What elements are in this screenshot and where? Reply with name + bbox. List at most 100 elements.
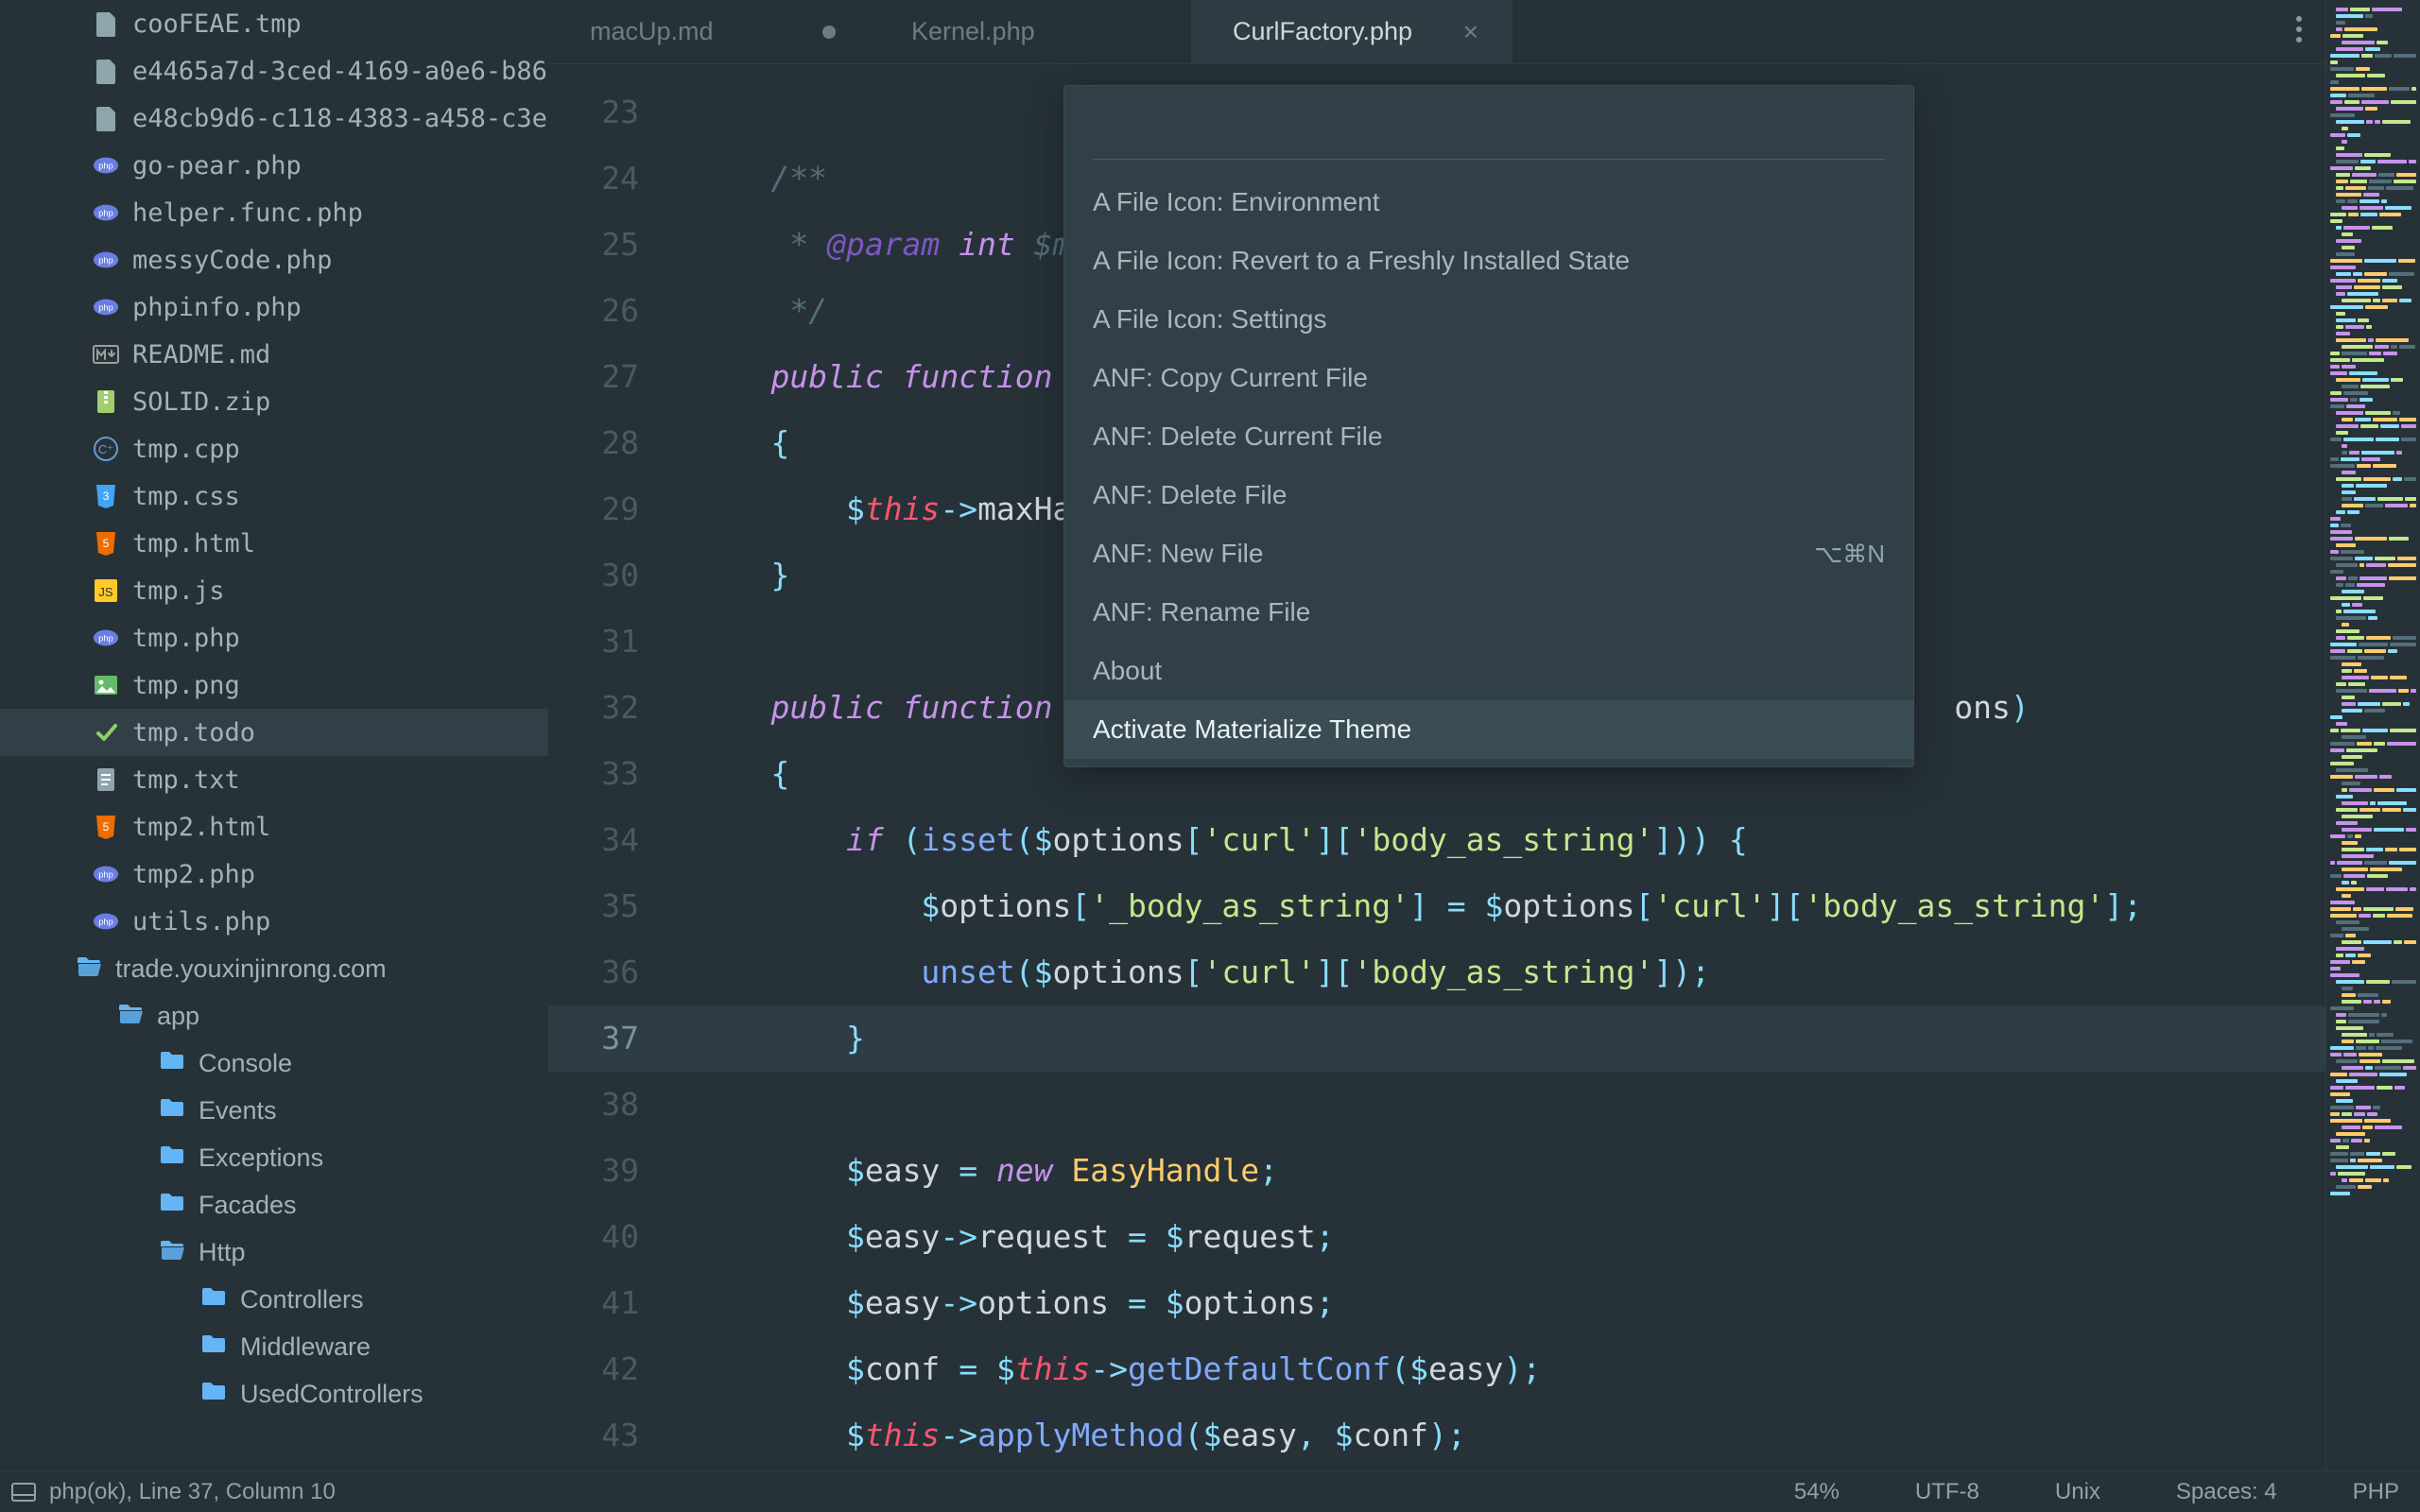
svg-text:php: php — [98, 303, 113, 313]
status-syntax[interactable]: PHP — [2353, 1479, 2399, 1505]
file-row[interactable]: JStmp.js — [0, 567, 548, 614]
code-line[interactable]: $options['_body_as_string'] = $options['… — [671, 873, 2325, 939]
folder-row[interactable]: Controllers — [0, 1276, 548, 1323]
tmp-icon — [93, 105, 119, 131]
command-palette-input[interactable] — [1093, 103, 1885, 160]
file-row[interactable]: php tmp.php — [0, 614, 548, 662]
file-row[interactable]: C⁺tmp.cpp — [0, 425, 548, 472]
file-row[interactable]: phpphpinfo.php — [0, 284, 548, 331]
file-row[interactable]: e4465a7d-3ced-4169-a0e6-b868a15b — [0, 47, 548, 94]
code-line[interactable]: $conf = $this->getDefaultConf($easy); — [671, 1336, 2325, 1402]
line-number: 29 — [548, 476, 671, 542]
svg-text:php: php — [98, 256, 113, 266]
command-palette-item[interactable]: A File Icon: Settings — [1064, 290, 1913, 349]
file-row[interactable]: e48cb9d6-c118-4383-a458-c3e9953d2 — [0, 94, 548, 142]
code-line[interactable]: } — [671, 1005, 2325, 1072]
command-palette-item[interactable]: ANF: Copy Current File — [1064, 349, 1913, 407]
file-row[interactable]: SOLID.zip — [0, 378, 548, 425]
file-row[interactable]: tmp.png — [0, 662, 548, 709]
folder-row[interactable]: Exceptions — [0, 1134, 548, 1181]
file-row[interactable]: cooFEAE.tmp — [0, 0, 548, 47]
png-icon — [93, 672, 119, 698]
command-palette-item[interactable]: A File Icon: Environment — [1064, 173, 1913, 232]
command-palette-item[interactable]: ANF: Rename File — [1064, 583, 1913, 642]
command-palette-item[interactable]: A File Icon: Revert to a Freshly Install… — [1064, 232, 1913, 290]
folder-label: Http — [199, 1238, 246, 1267]
status-percent[interactable]: 54% — [1794, 1479, 1840, 1505]
folder-row[interactable]: Middleware — [0, 1323, 548, 1370]
command-palette-item[interactable]: ANF: Delete Current File — [1064, 407, 1913, 466]
folder-label: Facades — [199, 1191, 297, 1220]
folder-row[interactable]: Events — [0, 1087, 548, 1134]
tab-close-icon[interactable]: × — [1463, 17, 1478, 47]
file-row[interactable]: phputils.php — [0, 898, 548, 945]
command-palette-item[interactable]: About — [1064, 642, 1913, 700]
command-palette-item-label: ANF: Copy Current File — [1093, 363, 1368, 393]
file-row[interactable]: 3tmp.css — [0, 472, 548, 520]
line-number: 26 — [548, 278, 671, 344]
file-label: tmp.todo — [132, 718, 255, 747]
svg-text:php: php — [98, 209, 113, 218]
tab[interactable]: Kernel.php — [870, 0, 1191, 63]
folder-label: Controllers — [240, 1285, 364, 1314]
folder-label: Middleware — [240, 1332, 371, 1362]
file-row[interactable]: phphelper.func.php — [0, 189, 548, 236]
file-row[interactable]: phptmp2.php — [0, 850, 548, 898]
file-label: tmp.php — [132, 624, 240, 653]
folder-label: Console — [199, 1049, 292, 1078]
folder-row[interactable]: Http — [0, 1228, 548, 1276]
code-line[interactable]: $easy = new EasyHandle; — [671, 1138, 2325, 1204]
status-line-ending[interactable]: Unix — [2055, 1479, 2100, 1505]
code-line[interactable]: unset($options['curl']['body_as_string']… — [671, 939, 2325, 1005]
file-label: tmp.css — [132, 482, 240, 511]
tab-label: CurlFactory.php — [1233, 17, 1412, 46]
file-row[interactable]: 5tmp2.html — [0, 803, 548, 850]
folder-row[interactable]: trade.youxinjinrong.com — [0, 945, 548, 992]
file-row[interactable]: php messyCode.php — [0, 236, 548, 284]
php-icon: php — [93, 152, 119, 179]
line-number: 27 — [548, 344, 671, 410]
status-indent[interactable]: Spaces: 4 — [2176, 1479, 2277, 1505]
tab-dirty-icon — [822, 26, 836, 39]
file-row[interactable]: phpgo-pear.php — [0, 142, 548, 189]
file-row[interactable]: 5tmp.html — [0, 520, 548, 567]
file-label: tmp2.php — [132, 860, 255, 889]
command-palette-item[interactable]: Activate Materialize Theme — [1064, 700, 1913, 759]
command-palette-item-label: ANF: Delete Current File — [1093, 421, 1383, 452]
command-palette: A File Icon: EnvironmentA File Icon: Rev… — [1063, 85, 1914, 767]
tab[interactable]: macUp.md — [548, 0, 870, 63]
folder-row[interactable]: Facades — [0, 1181, 548, 1228]
status-line-info[interactable]: php(ok), Line 37, Column 10 — [49, 1479, 336, 1505]
code-line[interactable]: $easy->request = $request; — [671, 1204, 2325, 1270]
folder-icon — [200, 1286, 227, 1313]
command-palette-item[interactable]: ANF: New File⌥⌘N — [1064, 524, 1913, 583]
command-palette-item-label: ANF: New File — [1093, 539, 1263, 569]
zip-icon — [93, 388, 119, 415]
file-row[interactable]: tmp.txt — [0, 756, 548, 803]
folder-row[interactable]: app — [0, 992, 548, 1040]
minimap[interactable] — [2325, 0, 2420, 1470]
status-encoding[interactable]: UTF-8 — [1915, 1479, 1979, 1505]
code-line[interactable]: $this->applyMethod($easy, $conf); — [671, 1402, 2325, 1469]
file-label: cooFEAE.tmp — [132, 9, 302, 39]
panel-toggle-icon[interactable] — [11, 1483, 36, 1502]
tmp-icon — [93, 10, 119, 37]
cpp-icon: C⁺ — [93, 436, 119, 462]
line-number: 37 — [548, 1005, 671, 1072]
command-palette-item-label: ANF: Delete File — [1093, 480, 1287, 510]
folder-icon — [200, 1381, 227, 1407]
tab-overflow-button[interactable] — [2273, 0, 2325, 63]
file-row[interactable]: README.md — [0, 331, 548, 378]
tmp-icon — [93, 58, 119, 84]
folder-icon — [159, 1144, 185, 1171]
code-line[interactable] — [671, 1072, 2325, 1138]
tab[interactable]: CurlFactory.php × — [1191, 0, 1512, 63]
file-row[interactable]: tmp.todo — [0, 709, 548, 756]
folder-row[interactable]: UsedControllers — [0, 1370, 548, 1418]
code-line[interactable]: if (isset($options['curl']['body_as_stri… — [671, 807, 2325, 873]
svg-text:php: php — [98, 634, 113, 644]
code-line[interactable]: $easy->options = $options; — [671, 1270, 2325, 1336]
folder-row[interactable]: Console — [0, 1040, 548, 1087]
command-palette-item[interactable]: ANF: Delete File — [1064, 466, 1913, 524]
file-label: messyCode.php — [132, 246, 332, 275]
